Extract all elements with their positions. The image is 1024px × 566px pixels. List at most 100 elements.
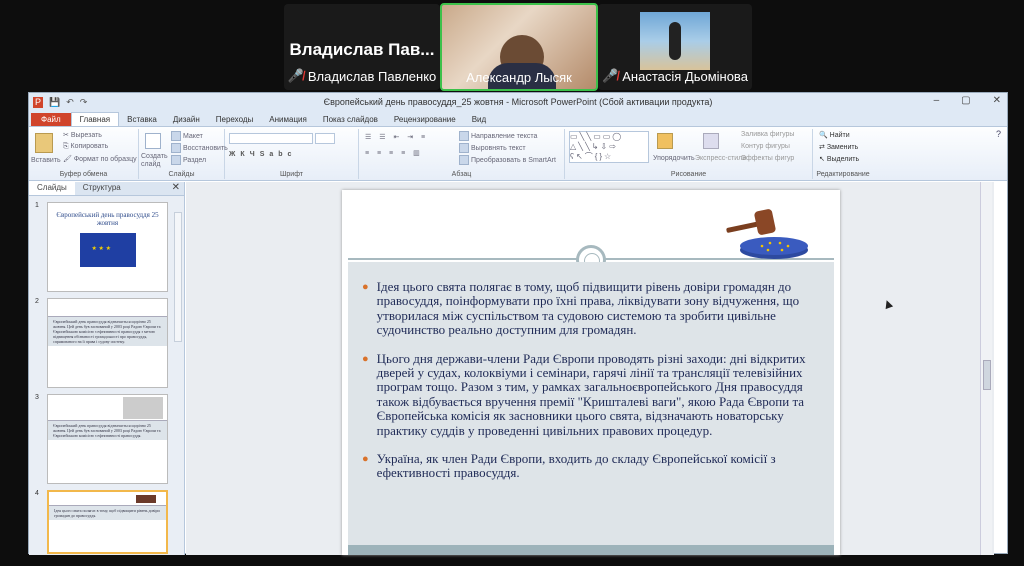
tab-home[interactable]: Главная bbox=[70, 112, 120, 126]
smartart-button[interactable]: Преобразовать в SmartArt bbox=[459, 155, 556, 165]
drawing-group-label: Рисование bbox=[670, 171, 707, 178]
participant-label: 🎤̸ Владислав Павленко bbox=[284, 68, 440, 84]
participant-name: Александр Лысяк bbox=[466, 70, 572, 85]
slide-number: 4 bbox=[35, 490, 39, 497]
bullet-item: ● Україна, як член Ради Європи, входить … bbox=[362, 451, 818, 481]
bullet-text: Ідея цього свята полягає в тому, щоб під… bbox=[376, 279, 800, 338]
slides-pane: Слайды Структура ✕ 1 Європейський день п… bbox=[29, 182, 185, 555]
participant-name: Владислав Павленко bbox=[307, 68, 437, 84]
bullet-icon: ● bbox=[362, 453, 369, 466]
slide-number: 2 bbox=[35, 298, 39, 305]
participant-label: Александр Лысяк bbox=[442, 70, 596, 85]
slide-number: 1 bbox=[35, 202, 39, 209]
bullet-text: Україна, як член Ради Європи, входить до… bbox=[376, 451, 776, 481]
help-icon[interactable]: ? bbox=[996, 129, 1001, 139]
arrange-icon[interactable] bbox=[657, 133, 673, 149]
minimize-button[interactable]: – bbox=[934, 95, 940, 106]
font-format-buttons[interactable]: ЖКЧSabc bbox=[229, 151, 296, 158]
bullet-text: Цього дня держави-члени Ради Європи пров… bbox=[376, 350, 806, 438]
window-title: Європейський день правосуддя_25 жовтня -… bbox=[323, 97, 713, 107]
paste-icon[interactable] bbox=[35, 133, 53, 153]
mic-off-icon: 🎤̸ bbox=[287, 68, 304, 83]
copy-button[interactable]: ⎘ Копировать bbox=[63, 143, 108, 151]
clipboard-group: Вставить ✂ Вырезать ⎘ Копировать 🖌 Форма… bbox=[29, 129, 139, 179]
reset-button[interactable]: Восстановить bbox=[171, 143, 228, 153]
tab-transitions[interactable]: Переходы bbox=[208, 113, 262, 126]
shape-outline-button[interactable]: Контур фигуры bbox=[741, 143, 790, 150]
select-button[interactable]: ↖ Выделить bbox=[819, 155, 859, 163]
drawing-group: ▭╲╲▭▭◯ △╲╲↳⇩⇨ ʕ↖⌒{}☆ Упорядочить Экспресс-… bbox=[565, 129, 813, 179]
slide-footer-band bbox=[348, 545, 834, 555]
shapes-gallery[interactable]: ▭╲╲▭▭◯ △╲╲↳⇩⇨ ʕ↖⌒{}☆ bbox=[569, 131, 649, 163]
slide-thumbnail-4[interactable]: Ідея цього свята полягає в тому, щоб під… bbox=[47, 490, 168, 554]
participant-tile-1[interactable]: Владислав Пав... 🎤̸ Владислав Павленко bbox=[284, 4, 440, 90]
font-size-select[interactable] bbox=[315, 133, 335, 144]
bullet-item: ● Цього дня держави-члени Ради Європи пр… bbox=[362, 350, 818, 438]
bullet-icon: ● bbox=[362, 352, 369, 365]
quick-styles-icon[interactable] bbox=[703, 133, 719, 149]
participant-display-name: Владислав Пав... bbox=[289, 40, 435, 59]
clipboard-group-label: Буфер обмена bbox=[59, 171, 108, 178]
tab-slideshow[interactable]: Показ слайдов bbox=[315, 113, 386, 126]
eu-flag-image bbox=[79, 233, 136, 267]
bullet-item: ● Ідея цього свята полягає в тому, щоб п… bbox=[362, 279, 818, 338]
find-button[interactable]: 🔍 Найти bbox=[819, 131, 850, 139]
slide-thumbnail-2[interactable]: Європейський день правосуддя відзначаєть… bbox=[47, 298, 168, 388]
slide-number: 3 bbox=[35, 394, 39, 401]
tab-slides[interactable]: Слайды bbox=[29, 182, 75, 195]
tab-outline[interactable]: Структура bbox=[75, 182, 129, 195]
editing-group: 🔍 Найти ⇄ Заменить ↖ Выделить Редактиров… bbox=[813, 129, 873, 179]
participant-photo bbox=[640, 12, 710, 70]
layout-button[interactable]: Макет bbox=[171, 131, 203, 141]
thumbnail-text: Ідея цього свята полягає в тому, щоб під… bbox=[49, 506, 166, 520]
font-group: ЖКЧSabc Шрифт bbox=[225, 129, 359, 179]
editor-scrollbar[interactable] bbox=[980, 182, 992, 555]
participant-name: Анастасія Дьомінова bbox=[622, 68, 748, 84]
new-slide-icon[interactable] bbox=[145, 133, 161, 149]
slide-thumbnail-3[interactable]: Європейський день правосуддя відзначаєть… bbox=[47, 394, 168, 484]
participant-tile-3[interactable]: 🎤̸ Анастасія Дьомінова bbox=[598, 4, 752, 90]
title-bar: P 💾 ↶ ↷ Європейський день правосуддя_25 … bbox=[29, 93, 1007, 111]
arrange-button[interactable]: Упорядочить bbox=[653, 155, 695, 162]
align-buttons[interactable]: ≡ ≡ ≡ ≡ ▥ bbox=[365, 149, 423, 157]
font-name-select[interactable] bbox=[229, 133, 313, 144]
editing-group-label: Редактирование bbox=[816, 171, 870, 178]
slide-editor: ● Ідея цього свята полягає в тому, щоб п… bbox=[186, 182, 994, 555]
format-painter-button[interactable]: 🖌 Формат по образцу bbox=[63, 155, 137, 163]
tab-design[interactable]: Дизайн bbox=[165, 113, 208, 126]
pane-scrollbar[interactable] bbox=[174, 212, 182, 342]
new-slide-button[interactable]: Создать слайд bbox=[141, 153, 169, 169]
powerpoint-window: P 💾 ↶ ↷ Європейський день правосуддя_25 … bbox=[28, 92, 1008, 555]
slide-thumbnail-1[interactable]: Європейський день правосуддя 25 жовтня bbox=[47, 202, 168, 292]
ribbon: Вставить ✂ Вырезать ⎘ Копировать 🖌 Форма… bbox=[29, 127, 1007, 181]
slide-content[interactable]: ● Ідея цього свята полягає в тому, щоб п… bbox=[348, 262, 834, 546]
tab-insert[interactable]: Вставка bbox=[119, 113, 165, 126]
ribbon-tabs: Файл Главная Вставка Дизайн Переходы Ани… bbox=[29, 111, 1007, 127]
list-buttons[interactable]: ☰ ☰ ⇤ ⇥ ≡ bbox=[365, 133, 428, 141]
tab-animation[interactable]: Анимация bbox=[261, 113, 315, 126]
slides-group: Создать слайд Макет Восстановить Раздел … bbox=[139, 129, 228, 179]
thumbnail-title: Європейський день правосуддя 25 жовтня bbox=[56, 211, 159, 227]
close-button[interactable]: ✕ bbox=[993, 95, 1001, 106]
close-icon[interactable]: ✕ bbox=[172, 182, 180, 193]
paste-button[interactable]: Вставить bbox=[31, 157, 61, 164]
section-button[interactable]: Раздел bbox=[171, 155, 206, 165]
tab-view[interactable]: Вид bbox=[464, 113, 494, 126]
shape-fill-button[interactable]: Заливка фигуры bbox=[741, 131, 794, 138]
text-direction-button[interactable]: Направление текста bbox=[459, 131, 537, 141]
tab-review[interactable]: Рецензирование bbox=[386, 113, 464, 126]
scrollbar-thumb[interactable] bbox=[983, 360, 991, 390]
quick-styles-button[interactable]: Экспресс-стили bbox=[695, 155, 746, 162]
tab-file[interactable]: Файл bbox=[31, 113, 71, 126]
shape-effects-button[interactable]: Эффекты фигур bbox=[741, 155, 794, 162]
replace-button[interactable]: ⇄ Заменить bbox=[819, 143, 858, 151]
participant-tile-2[interactable]: Александр Лысяк bbox=[440, 3, 598, 91]
bullet-icon: ● bbox=[362, 281, 369, 293]
maximize-button[interactable]: ▢ bbox=[961, 95, 970, 106]
font-group-label: Шрифт bbox=[279, 171, 304, 178]
participant-label: 🎤̸ Анастасія Дьомінова bbox=[598, 68, 752, 84]
paragraph-group-label: Абзац bbox=[451, 171, 472, 178]
align-text-button[interactable]: Выровнять текст bbox=[459, 143, 526, 153]
cut-button[interactable]: ✂ Вырезать bbox=[63, 131, 102, 139]
gavel-icon bbox=[726, 209, 808, 259]
